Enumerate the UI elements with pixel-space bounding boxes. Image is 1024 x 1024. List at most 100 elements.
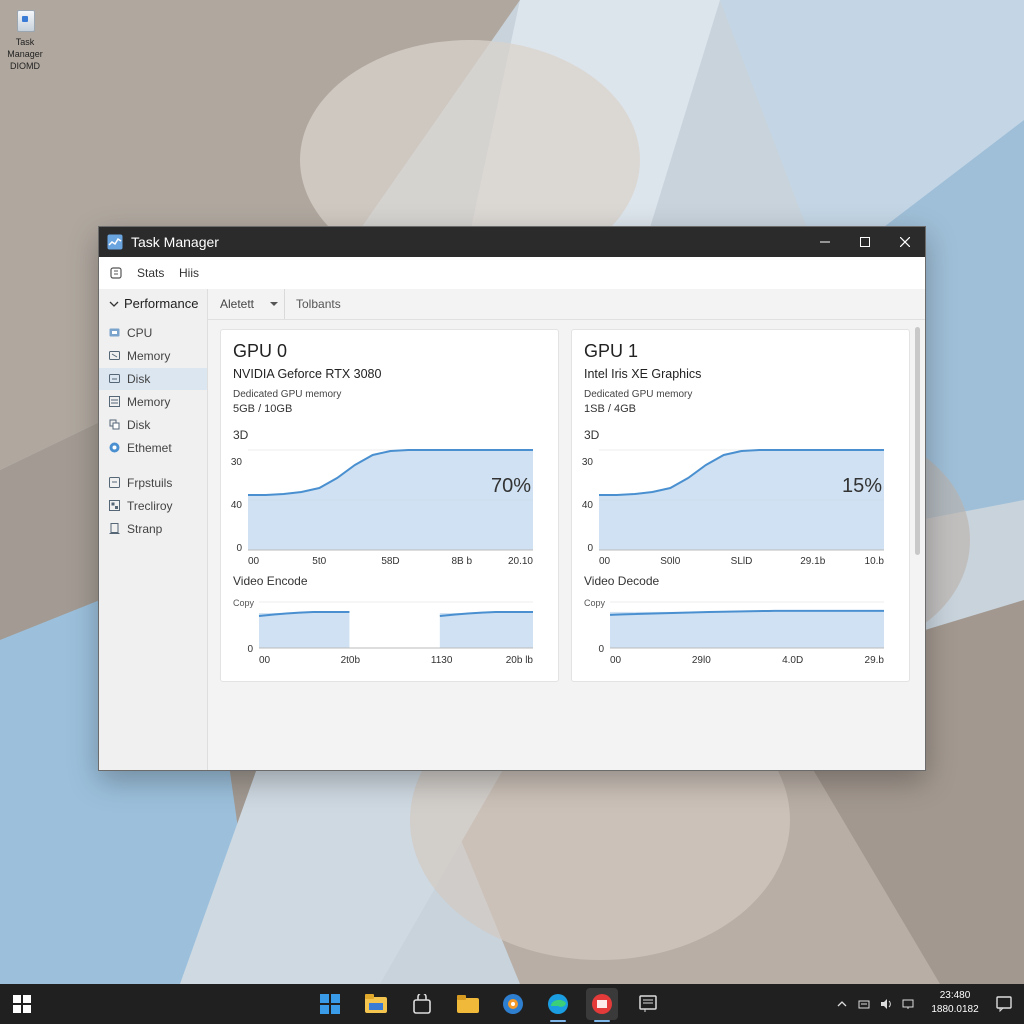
memory-icon [109, 351, 120, 360]
taskbar-edge[interactable] [542, 988, 574, 1022]
sidebar-item-disk-2[interactable]: Disk [99, 414, 207, 436]
active-indicator [594, 1020, 610, 1022]
sidebar-item-label: Disk [127, 372, 151, 386]
store-icon [413, 994, 431, 1014]
view-dropdown[interactable]: Aletett [208, 289, 285, 319]
x-tick-label: 4.0D [782, 655, 803, 666]
sidebar: Performance CPU Memory Disk Memory Disk … [99, 289, 208, 770]
sidebar-header-label: Performance [124, 296, 199, 311]
close-icon [900, 237, 910, 247]
recycle-bin-icon [14, 6, 36, 32]
y-tick-label: 0 [247, 644, 253, 655]
y-tick-label: 40 [231, 500, 243, 511]
sidebar-item-trecliroy[interactable]: Trecliroy [99, 495, 207, 517]
notes-icon [639, 995, 657, 1012]
clock-date: 1880.0182 [931, 1004, 979, 1015]
copy-area [439, 613, 533, 648]
taskbar-widgets[interactable] [314, 988, 346, 1020]
y-tick-label: 40 [582, 500, 594, 511]
gpu-panel-1[interactable]: GPU 1 Intel Iris XE Graphics Dedicated G… [571, 329, 910, 682]
clock[interactable]: 23:480 1880.0182 [930, 989, 980, 1017]
menu-item-stats[interactable]: Stats [137, 266, 164, 280]
x-tick-label: 29.b [865, 655, 885, 666]
desktop-icon-task-manager[interactable]: Task Manager DIOMD [0, 6, 50, 72]
sidebar-item-label: Frpstuils [127, 476, 173, 490]
maximize-icon [860, 237, 870, 247]
x-tick-label: 58D [381, 556, 399, 567]
x-tick-label: 1130 [431, 655, 453, 666]
start-button[interactable] [6, 988, 38, 1020]
minimize-button[interactable] [805, 227, 845, 257]
x-tick-label: SLlD [731, 556, 753, 567]
sidebar-header[interactable]: Performance [109, 296, 198, 311]
close-button[interactable] [885, 227, 925, 257]
taskbar-folder[interactable] [452, 988, 484, 1020]
minimize-icon [820, 241, 830, 243]
home-icon[interactable] [109, 266, 123, 280]
sidebar-item-ethernet[interactable]: Ethemet [99, 437, 207, 459]
memory-icon [109, 396, 120, 407]
task-manager-icon [107, 234, 123, 250]
y-tick-label: 30 [582, 457, 594, 468]
cpu-icon [109, 328, 120, 337]
system-tray [836, 984, 914, 1024]
toolbar: Aletett Tolbants [208, 289, 925, 320]
chevron-up-icon[interactable] [836, 998, 848, 1010]
copy-area [259, 613, 350, 648]
x-tick-label: 20.10 [508, 556, 533, 567]
clock-time: 23:480 [939, 990, 971, 1001]
sidebar-item-memory-2[interactable]: Memory [99, 391, 207, 413]
x-tick-label: 20b lb [506, 655, 534, 666]
notification-button[interactable] [988, 988, 1020, 1020]
x-tick-label: 2t0b [341, 655, 361, 666]
scrollbar[interactable] [915, 327, 920, 555]
title-bar[interactable]: Task Manager [99, 227, 925, 257]
widgets-icon [320, 994, 340, 1014]
sidebar-item-label: CPU [127, 326, 153, 340]
x-tick-label: 10.b [865, 556, 885, 567]
taskbar-media[interactable] [497, 988, 529, 1020]
app-icon [109, 477, 120, 488]
sidebar-item-disk[interactable]: Disk [99, 368, 207, 390]
disk-icon [109, 374, 120, 383]
media-icon [503, 994, 523, 1014]
sidebar-item-stranp[interactable]: Stranp [99, 518, 207, 540]
start-icon [13, 995, 31, 1013]
display-icon[interactable] [902, 998, 914, 1010]
disk-icon [109, 419, 120, 430]
task-manager-window: Task Manager Stats Hiis Performance CPU … [98, 226, 926, 771]
file-explorer-icon [365, 994, 387, 1013]
sidebar-item-label: Ethemet [127, 441, 172, 455]
utilization-percent: 70% [491, 475, 531, 497]
sidebar-item-frpstuils[interactable]: Frpstuils [99, 472, 207, 494]
sidebar-item-label: Disk [127, 418, 151, 432]
x-tick-label: 00 [599, 556, 611, 567]
gpu-1-charts: 3040000 S0l0 SLlD 29.1b 10.b15%000 29l0 4.0D 29… [582, 449, 885, 666]
network-icon[interactable] [858, 998, 870, 1010]
maximize-button[interactable] [845, 227, 885, 257]
sidebar-item-label: Stranp [127, 522, 163, 536]
chevron-down-icon [270, 302, 278, 306]
taskbar-store[interactable] [406, 988, 438, 1020]
taskbar-active-app[interactable] [586, 988, 618, 1022]
sidebar-item-label: Memory [127, 395, 171, 409]
menu-item-hiis[interactable]: Hiis [179, 266, 199, 280]
edge-icon [548, 994, 568, 1014]
startup-icon [109, 523, 120, 534]
volume-icon[interactable] [880, 998, 892, 1010]
sidebar-item-cpu[interactable]: CPU [99, 322, 207, 344]
taskbar-file-explorer[interactable] [360, 988, 392, 1020]
utilization-percent: 15% [842, 475, 882, 497]
taskbar-notes[interactable] [632, 988, 664, 1020]
sidebar-item-memory[interactable]: Memory [99, 345, 207, 367]
desktop-icon-sublabel: DIOMD [10, 61, 40, 71]
x-tick-label: 5t0 [312, 556, 326, 567]
tab-tolbants[interactable]: Tolbants [296, 297, 341, 311]
gpu-panel-0[interactable]: GPU 0 NVIDIA Geforce RTX 3080 Dedicated … [220, 329, 559, 682]
y-tick-label: 0 [598, 644, 604, 655]
chevron-down-icon [109, 301, 119, 307]
menu-bar: Stats Hiis [99, 257, 925, 289]
sidebar-item-label: Memory [127, 349, 171, 363]
view-dropdown-label: Aletett [220, 297, 255, 311]
window-title: Task Manager [131, 234, 219, 250]
